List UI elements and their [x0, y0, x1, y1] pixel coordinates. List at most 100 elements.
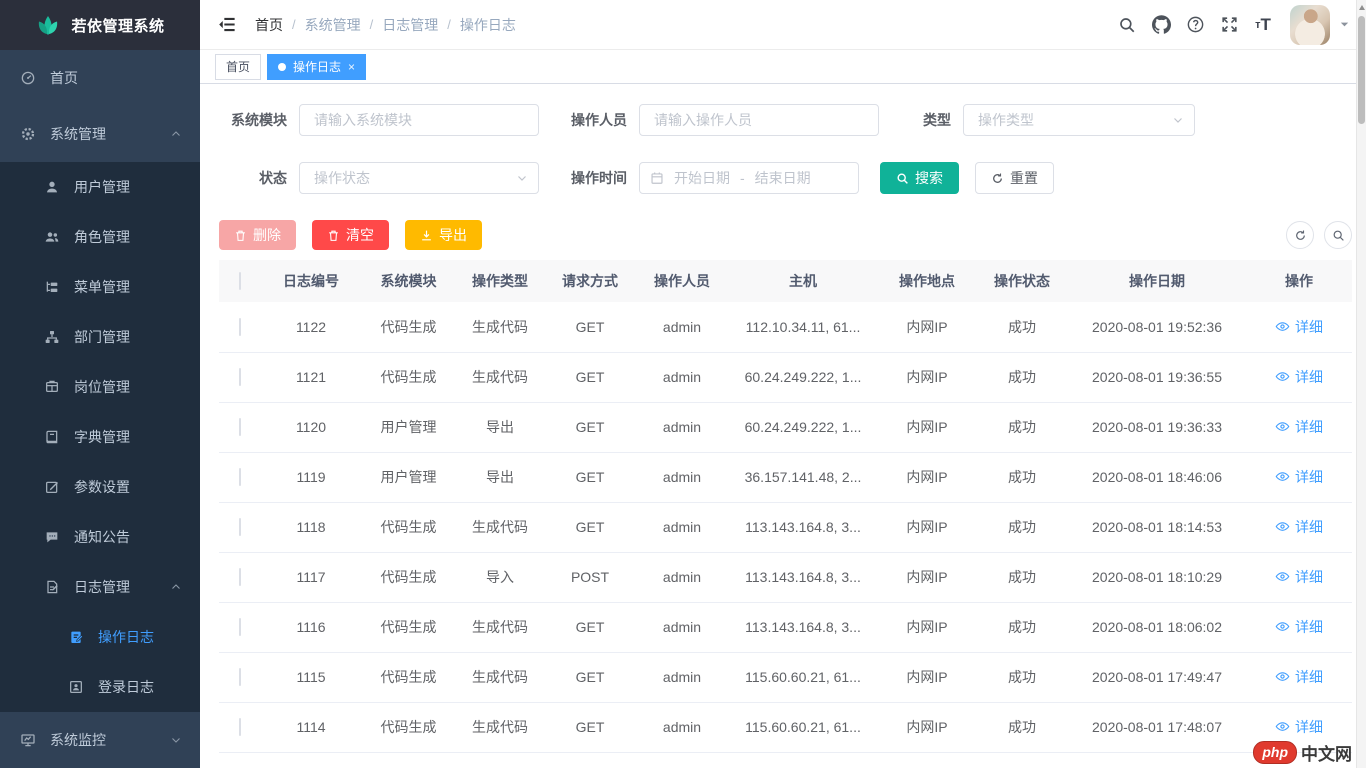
search-toggle-icon[interactable] [1324, 221, 1352, 249]
refresh-icon[interactable] [1286, 221, 1314, 249]
user-avatar[interactable] [1290, 5, 1330, 45]
cell-operator: admin [636, 352, 728, 402]
row-checkbox[interactable] [239, 318, 241, 336]
sidebar-item-8[interactable]: 参数设置 [0, 462, 200, 512]
row-checkbox[interactable] [239, 668, 241, 686]
detail-link[interactable]: 详细 [1275, 717, 1323, 737]
type-select[interactable]: 操作类型 [963, 104, 1195, 136]
eye-icon [1275, 419, 1290, 434]
detail-link[interactable]: 详细 [1275, 367, 1323, 387]
tab-0[interactable]: 首页 [215, 54, 261, 80]
detail-link[interactable]: 详细 [1275, 667, 1323, 687]
sidebar-item-11[interactable]: 操作日志 [0, 612, 200, 662]
detail-link[interactable]: 详细 [1275, 467, 1323, 487]
row-checkbox[interactable] [239, 418, 241, 436]
sidebar-item-4[interactable]: 菜单管理 [0, 262, 200, 312]
sidebar-toggle-icon[interactable] [218, 15, 237, 34]
clear-button[interactable]: 清空 [312, 220, 389, 250]
sidebar-item-12[interactable]: 登录日志 [0, 662, 200, 712]
column-header-6: 操作地点 [878, 260, 976, 302]
breadcrumb-separator: / [292, 17, 296, 32]
breadcrumb-item-1: 系统管理 [305, 15, 361, 35]
cell-method: GET [544, 652, 636, 702]
table-row-7: 1115代码生成生成代码GETadmin115.60.60.21, 61...内… [219, 652, 1352, 702]
caret-down-icon[interactable] [1339, 19, 1350, 30]
cell-actions: 详细 [1246, 602, 1352, 652]
sidebar-item-label: 登录日志 [98, 677, 154, 697]
cell-location: 内网IP [878, 352, 976, 402]
end-date-placeholder: 结束日期 [755, 168, 811, 188]
chevron-up-icon [170, 581, 182, 593]
row-checkbox[interactable] [239, 618, 241, 636]
checkbox-cell [219, 352, 261, 402]
cell-host: 113.143.164.8, 3... [728, 552, 878, 602]
select-all-checkbox[interactable] [239, 272, 241, 290]
delete-button[interactable]: 删除 [219, 220, 296, 250]
cell-location: 内网IP [878, 652, 976, 702]
github-icon[interactable] [1144, 8, 1178, 42]
sidebar-item-10[interactable]: 日志管理 [0, 562, 200, 612]
sidebar-item-0[interactable]: 首页 [0, 50, 200, 106]
cell-type: 生成代码 [456, 302, 544, 352]
fullscreen-icon[interactable] [1212, 8, 1246, 42]
top-navbar: 首页/系统管理/日志管理/操作日志 тT [200, 0, 1366, 50]
cell-method: GET [544, 602, 636, 652]
app-screen: 若依管理系统 首页系统管理用户管理角色管理菜单管理部门管理岗位管理字典管理参数设… [0, 0, 1366, 768]
sidebar-item-label: 部门管理 [74, 327, 130, 347]
sidebar-item-2[interactable]: 用户管理 [0, 162, 200, 212]
tab-1[interactable]: 操作日志× [267, 54, 366, 80]
close-icon[interactable]: × [348, 61, 355, 73]
detail-link[interactable]: 详细 [1275, 517, 1323, 537]
sidebar-item-5[interactable]: 部门管理 [0, 312, 200, 362]
font-size-icon[interactable]: тT [1246, 8, 1280, 42]
sidebar: 若依管理系统 首页系统管理用户管理角色管理菜单管理部门管理岗位管理字典管理参数设… [0, 0, 200, 768]
cell-host: 113.143.164.8, 3... [728, 502, 878, 552]
detail-link[interactable]: 详细 [1275, 317, 1323, 337]
help-icon[interactable] [1178, 8, 1212, 42]
sidebar-item-1[interactable]: 系统管理 [0, 106, 200, 162]
detail-link[interactable]: 详细 [1275, 567, 1323, 587]
row-checkbox[interactable] [239, 568, 241, 586]
row-checkbox[interactable] [239, 718, 241, 736]
app-logo[interactable]: 若依管理系统 [0, 0, 200, 50]
search-button[interactable]: 搜索 [880, 162, 959, 194]
detail-link[interactable]: 详细 [1275, 417, 1323, 437]
table-row-0: 1122代码生成生成代码GETadmin112.10.34.11, 61...内… [219, 302, 1352, 352]
navbar-actions: тT [1110, 5, 1350, 45]
search-icon[interactable] [1110, 8, 1144, 42]
scrollbar-up-arrow[interactable] [1359, 5, 1365, 10]
sidebar-item-3[interactable]: 角色管理 [0, 212, 200, 262]
start-date-placeholder: 开始日期 [674, 168, 730, 188]
page-scrollbar[interactable] [1356, 0, 1366, 768]
page-content: 系统模块 操作人员 类型 操作类型 状态 操作状态 [200, 84, 1366, 753]
scrollbar-thumb[interactable] [1358, 16, 1365, 124]
message-icon [44, 529, 60, 545]
detail-link[interactable]: 详细 [1275, 617, 1323, 637]
sidebar-item-6[interactable]: 岗位管理 [0, 362, 200, 412]
export-button[interactable]: 导出 [405, 220, 482, 250]
cell-actions: 详细 [1246, 402, 1352, 452]
sidebar-item-9[interactable]: 通知公告 [0, 512, 200, 562]
operator-input[interactable] [639, 104, 879, 136]
tree-table-icon [44, 279, 60, 295]
sidebar-item-label: 日志管理 [74, 577, 130, 597]
date-range-picker[interactable]: 开始日期 - 结束日期 [639, 162, 859, 194]
cell-location: 内网IP [878, 552, 976, 602]
sidebar-menu: 首页系统管理用户管理角色管理菜单管理部门管理岗位管理字典管理参数设置通知公告日志… [0, 50, 200, 768]
cell-type: 生成代码 [456, 502, 544, 552]
row-checkbox[interactable] [239, 518, 241, 536]
cell-id: 1119 [261, 452, 361, 502]
table-row-1: 1121代码生成生成代码GETadmin60.24.249.222, 1...内… [219, 352, 1352, 402]
row-checkbox[interactable] [239, 368, 241, 386]
reset-button[interactable]: 重置 [975, 162, 1054, 194]
row-checkbox[interactable] [239, 468, 241, 486]
checkbox-cell [219, 552, 261, 602]
cell-status: 成功 [976, 302, 1068, 352]
status-select[interactable]: 操作状态 [299, 162, 539, 194]
sidebar-item-13[interactable]: 系统监控 [0, 712, 200, 768]
breadcrumb-item-0[interactable]: 首页 [255, 15, 283, 35]
sidebar-item-7[interactable]: 字典管理 [0, 412, 200, 462]
cell-location: 内网IP [878, 602, 976, 652]
module-input[interactable] [299, 104, 539, 136]
cell-date: 2020-08-01 18:46:06 [1068, 452, 1246, 502]
